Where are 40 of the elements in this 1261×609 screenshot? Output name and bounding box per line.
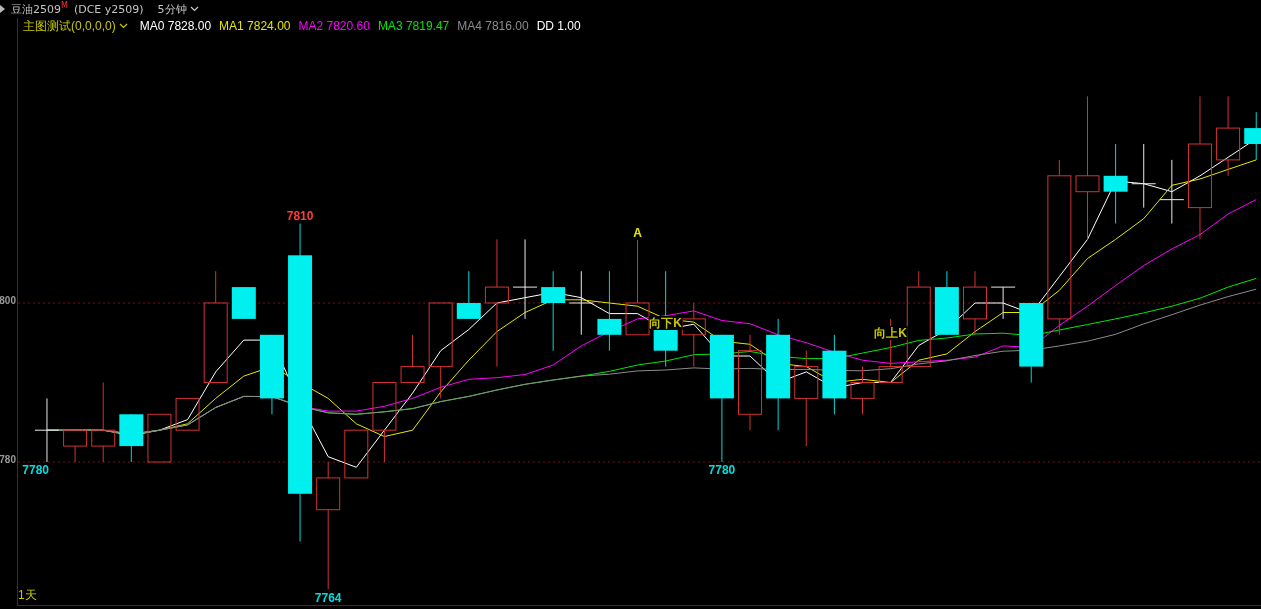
triangle-icon[interactable] <box>0 5 5 13</box>
rising-candlestick <box>175 397 200 431</box>
chart-annotation: 7764 <box>313 590 343 605</box>
rising-candlestick <box>63 429 88 463</box>
caret-icon <box>118 23 128 29</box>
doji-candlestick <box>34 397 60 463</box>
doji-candlestick <box>1159 159 1185 224</box>
rising-candlestick <box>850 366 875 415</box>
axis-label: 780 <box>0 454 16 465</box>
rising-candlestick <box>147 413 172 463</box>
caret-icon <box>189 6 199 12</box>
doji-candlestick <box>1131 143 1157 209</box>
contract-name: 豆油2509$^{M}$ <box>11 1 68 17</box>
chart-annotation: 向上K <box>873 325 908 340</box>
falling-candlestick <box>934 270 959 336</box>
moving-average-value: MA1 7824.00 <box>219 19 291 33</box>
rising-candlestick <box>681 302 706 368</box>
moving-average-value: MA0 7828.00 <box>139 19 212 33</box>
chart-annotation: A <box>632 225 643 240</box>
rising-candlestick <box>344 429 369 479</box>
indicator-value: DD 1.00 <box>536 19 581 33</box>
chart-annotation: 向下K <box>648 315 683 330</box>
falling-candlestick <box>456 270 481 320</box>
moving-average-value: MA3 7819.47 <box>377 19 450 33</box>
axis-label: 800 <box>0 295 16 306</box>
range-label: 1天 <box>18 587 37 604</box>
falling-candlestick <box>1244 111 1261 161</box>
doji-candlestick <box>568 270 594 336</box>
period-dropdown[interactable]: 5分钟 <box>157 1 199 17</box>
chart-annotation: 7780 <box>21 462 51 477</box>
falling-candlestick <box>231 286 256 320</box>
doji-candlestick <box>990 286 1016 320</box>
contract-code: (DCE y2509) <box>73 2 144 16</box>
rising-candlestick <box>400 334 425 383</box>
chart-annotation: 7780 <box>707 462 737 477</box>
falling-candlestick <box>119 413 144 463</box>
moving-average-value: MA4 7816.00 <box>457 19 529 33</box>
moving-average-value: MA2 7820.60 <box>298 19 370 33</box>
rising-candlestick <box>963 270 987 336</box>
indicator-dropdown[interactable]: 主图测试(0,0,0,0) <box>23 18 128 35</box>
